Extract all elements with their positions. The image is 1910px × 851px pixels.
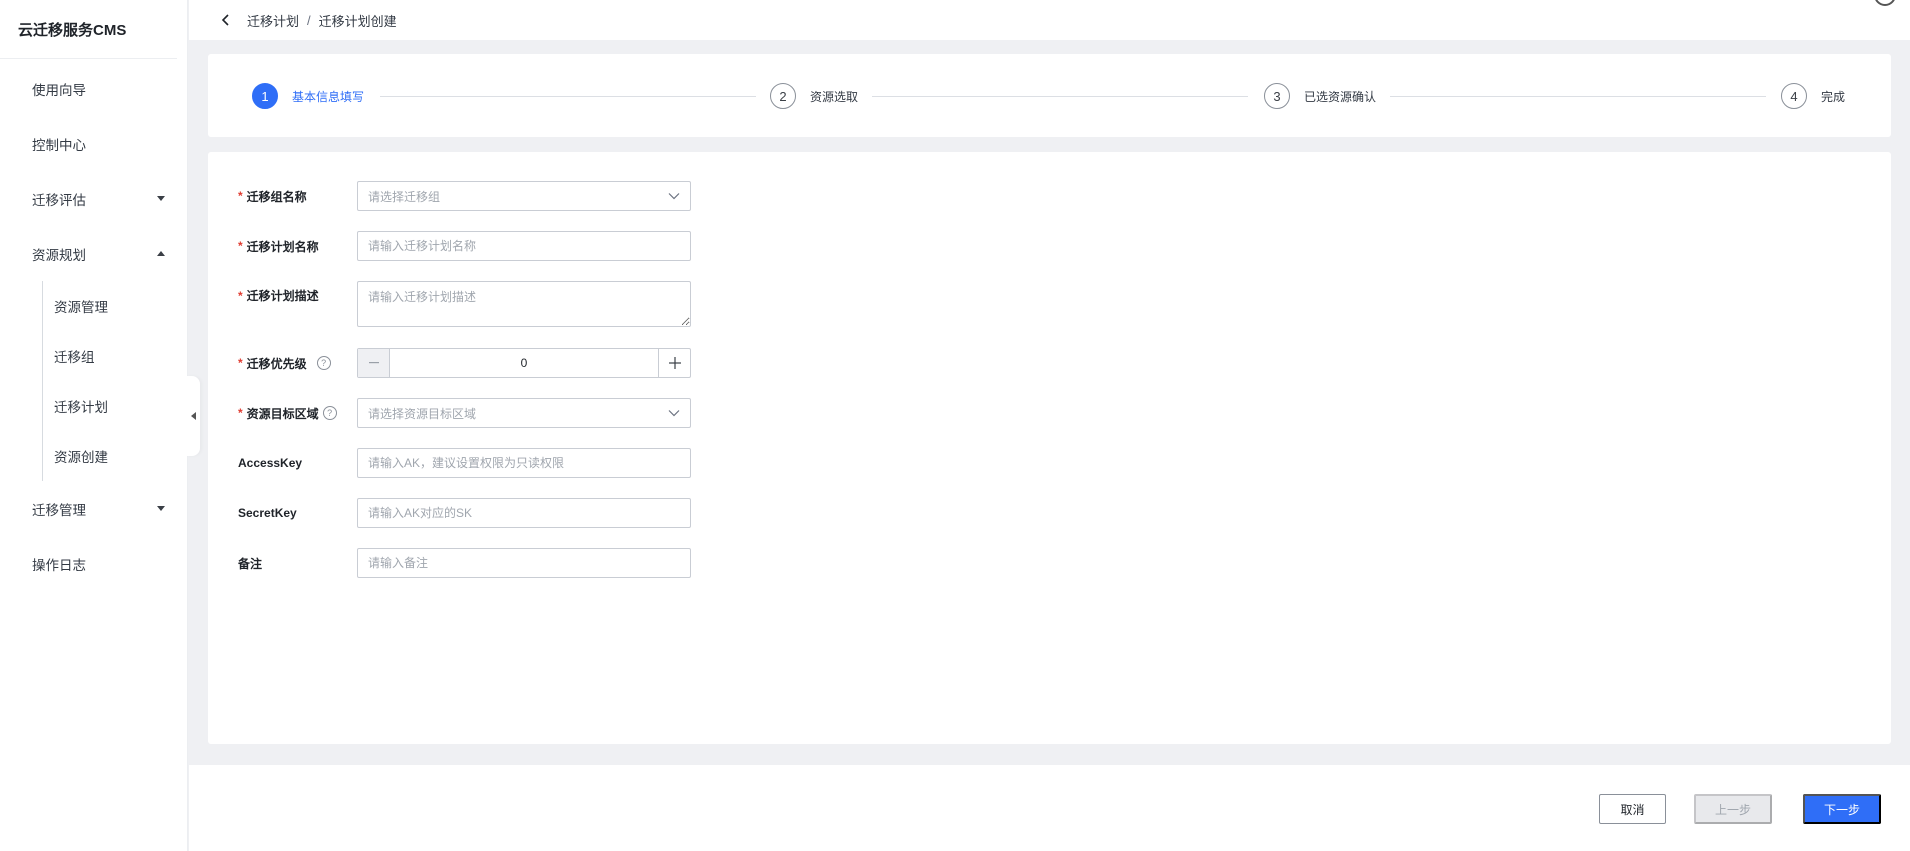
plus-icon [668, 357, 681, 369]
form-row-region: * 资源目标区域? 请选择资源目标区域 [238, 398, 691, 428]
caret-down-icon [157, 506, 165, 511]
chevron-down-icon [668, 193, 680, 200]
sidebar-item-label: 资源规划 [32, 247, 86, 263]
select-placeholder: 请选择迁移组 [368, 189, 441, 204]
increment-button[interactable] [658, 349, 690, 377]
app-title: 云迁移服务CMS [0, 0, 177, 59]
required-mark: * [238, 356, 243, 370]
required-mark: * [238, 189, 243, 203]
sidebar-subitem-resource-management[interactable]: 资源管理 [43, 281, 187, 331]
field-label: * 迁移优先级? [238, 355, 357, 372]
sidebar-item-migration-management[interactable]: 迁移管理 [0, 481, 187, 536]
field-label: * 迁移计划描述 [238, 288, 319, 304]
step-connector [872, 96, 1248, 97]
sidebar-subnav: 资源管理 迁移组 迁移计划 资源创建 [42, 281, 187, 481]
step-2: 2 资源选取 [770, 83, 858, 109]
sidebar-subitem-migration-plan[interactable]: 迁移计划 [43, 381, 187, 431]
caret-up-icon [157, 251, 165, 256]
steps-card: 1 基本信息填写 2 资源选取 3 已选资源确认 4 完成 [208, 54, 1891, 137]
sidebar-collapse-handle[interactable] [186, 376, 200, 456]
plan-description-textarea[interactable] [357, 281, 691, 327]
field-label: * 迁移计划名称 [238, 239, 319, 254]
step-label: 资源选取 [810, 89, 859, 104]
sidebar-item-guide[interactable]: 使用向导 [0, 61, 187, 116]
priority-stepper: 0 [357, 348, 691, 378]
sidebar-item-label: 使用向导 [32, 82, 86, 98]
target-region-select[interactable]: 请选择资源目标区域 [357, 398, 691, 428]
sidebar-item-console[interactable]: 控制中心 [0, 116, 187, 171]
field-label: * 迁移组名称 [238, 189, 307, 204]
select-placeholder: 请选择资源目标区域 [368, 406, 477, 421]
back-arrow-icon[interactable] [217, 11, 235, 29]
step-number: 3 [1264, 83, 1290, 109]
step-label: 已选资源确认 [1304, 89, 1377, 104]
migration-group-select[interactable]: 请选择迁移组 [357, 181, 691, 211]
sidebar-item-assessment[interactable]: 迁移评估 [0, 171, 187, 226]
chevron-down-icon [668, 410, 680, 417]
sidebar-subitem-label: 资源创建 [54, 450, 108, 465]
access-key-input[interactable] [357, 448, 691, 478]
sidebar-subnav-container: 资源管理 迁移组 迁移计划 资源创建 [0, 281, 187, 481]
field-label: SecretKey [238, 506, 297, 520]
sidebar-item-label: 迁移管理 [32, 502, 86, 518]
breadcrumb-current: 迁移计划创建 [318, 13, 397, 29]
help-icon[interactable]: ? [322, 406, 337, 420]
priority-value[interactable]: 0 [390, 356, 658, 370]
sidebar-subitem-resource-creation[interactable]: 资源创建 [43, 431, 187, 481]
avatar[interactable] [1874, 0, 1896, 6]
field-label: * 资源目标区域? [238, 405, 357, 422]
step-number: 4 [1781, 83, 1807, 109]
step-3: 3 已选资源确认 [1264, 83, 1376, 109]
step-4: 4 完成 [1781, 83, 1845, 109]
sidebar-subitem-label: 迁移组 [54, 350, 95, 365]
sidebar-item-operation-log[interactable]: 操作日志 [0, 536, 187, 591]
sidebar-subitem-migration-group[interactable]: 迁移组 [43, 331, 187, 381]
required-mark: * [238, 288, 243, 303]
step-number: 2 [770, 83, 796, 109]
minus-icon [368, 362, 379, 364]
required-mark: * [238, 239, 243, 253]
sidebar-subitem-label: 资源管理 [54, 300, 108, 315]
collapse-left-icon [190, 412, 196, 420]
sidebar-subitem-label: 迁移计划 [54, 400, 108, 415]
step-connector [380, 96, 756, 97]
next-step-button[interactable]: 下一步 [1803, 794, 1881, 824]
form-card: *迁移组名称 请选择迁移组 *迁移计划名称 *迁移计划描述 *迁移优先级? 0 … [208, 152, 1891, 744]
sidebar-item-resource-planning[interactable]: 资源规划 [0, 226, 187, 281]
form-row-plan-name: * 迁移计划名称 [238, 231, 691, 261]
sidebar-item-label: 迁移评估 [32, 192, 86, 208]
step-number: 1 [252, 83, 278, 109]
sidebar-item-label: 控制中心 [32, 137, 86, 153]
form-row-priority: * 迁移优先级? 0 [238, 348, 691, 378]
previous-step-button[interactable]: 上一步 [1694, 794, 1772, 824]
sidebar-item-label: 操作日志 [32, 557, 86, 573]
breadcrumb: 迁移计划 / 迁移计划创建 [189, 0, 1910, 40]
step-label: 基本信息填写 [292, 89, 365, 104]
form-row-group-name: * 迁移组名称 请选择迁移组 [238, 181, 691, 211]
step-connector [1390, 96, 1766, 97]
breadcrumb-separator: / [307, 12, 311, 28]
sidebar: 云迁移服务CMS 使用向导 控制中心 迁移评估 资源规划 资源管理 迁移组 迁移… [0, 0, 188, 851]
required-mark: * [238, 406, 243, 420]
sidebar-nav: 使用向导 控制中心 迁移评估 资源规划 资源管理 迁移组 迁移计划 资源创建 迁… [0, 61, 187, 591]
help-icon[interactable]: ? [316, 356, 331, 370]
secret-key-input[interactable] [357, 498, 691, 528]
form-row-plan-desc: * 迁移计划描述 [238, 281, 691, 327]
caret-down-icon [157, 196, 165, 201]
step-label: 完成 [1821, 89, 1846, 104]
cancel-button[interactable]: 取消 [1599, 794, 1666, 824]
decrement-button[interactable] [358, 349, 390, 377]
form-row-access-key: AccessKey [238, 448, 691, 478]
field-label: AccessKey [238, 456, 303, 470]
breadcrumb-parent[interactable]: 迁移计划 [247, 11, 299, 30]
field-label: 备注 [238, 556, 263, 571]
plan-name-input[interactable] [357, 231, 691, 261]
footer-actions: 取消 上一步 下一步 [189, 765, 1910, 851]
form-row-remark: 备注 [238, 548, 691, 578]
form-row-secret-key: SecretKey [238, 498, 691, 528]
remark-input[interactable] [357, 548, 691, 578]
step-1: 1 基本信息填写 [252, 83, 364, 109]
